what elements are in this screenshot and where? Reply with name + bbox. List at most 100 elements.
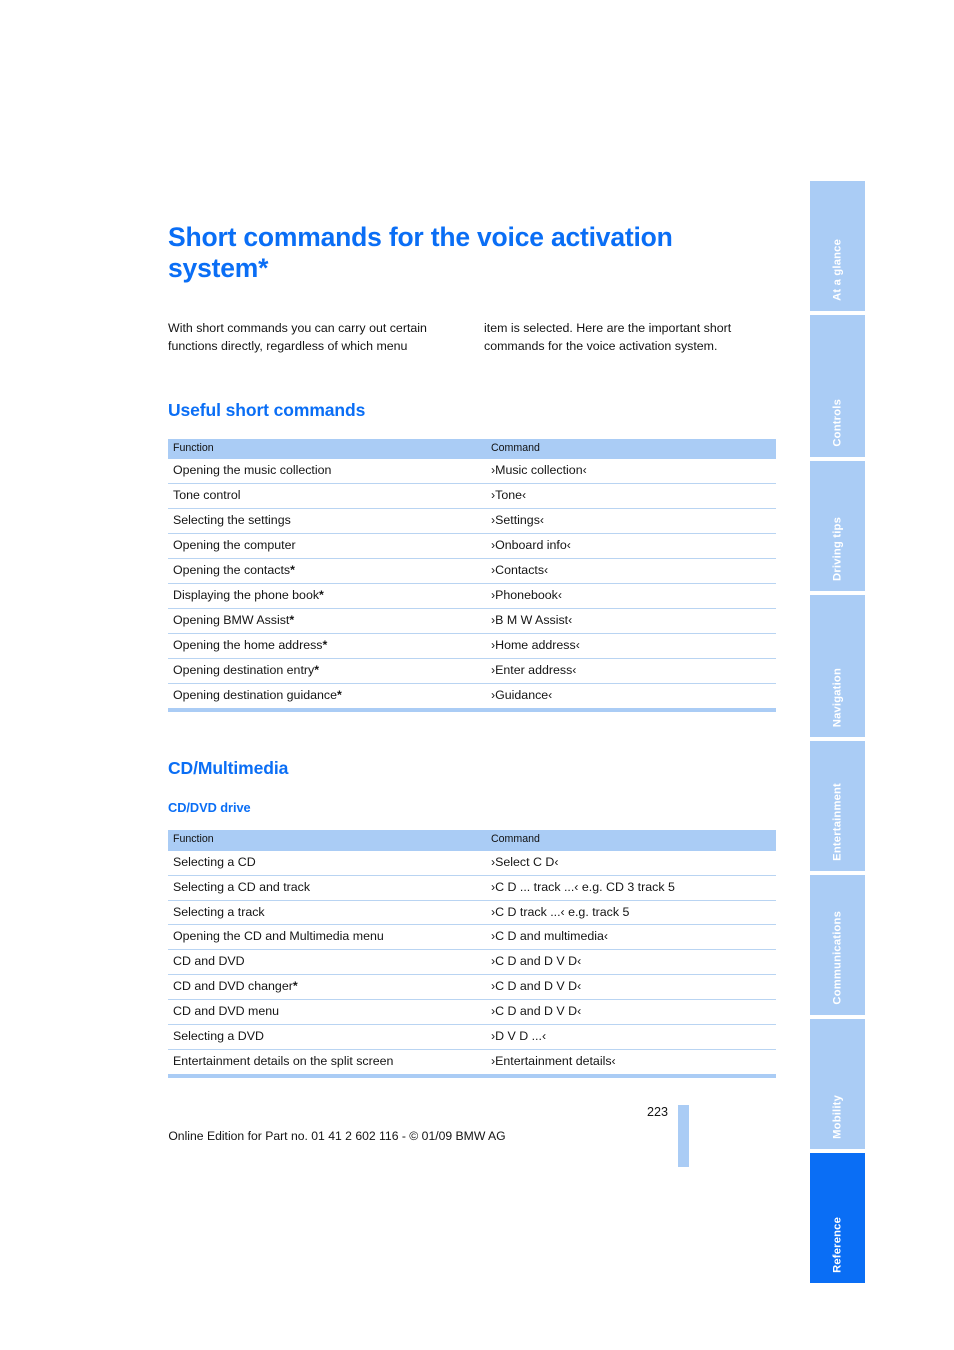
- cell-function: Opening the computer: [168, 533, 486, 560]
- cell-command: ›Contacts‹: [486, 558, 776, 585]
- cell-command: ›Entertainment details‹: [486, 1049, 776, 1079]
- cell-function: Opening destination entry*: [168, 658, 486, 685]
- cell-function: Entertainment details on the split scree…: [168, 1049, 486, 1079]
- footer-accent-bar: [678, 1105, 689, 1167]
- cell-command: ›C D and D V D‹: [486, 999, 776, 1026]
- table-row: Entertainment details on the split scree…: [168, 1049, 776, 1079]
- table-row: Opening the CD and Multimedia menu ›C D a…: [168, 924, 776, 951]
- cell-function: Selecting a DVD: [168, 1024, 486, 1051]
- optional-equipment-asterisk: *: [292, 979, 298, 994]
- section-heading-useful-short-commands: Useful short commands: [168, 400, 366, 421]
- cell-command: ›C D and D V D‹: [486, 974, 776, 1001]
- cell-function: Selecting a CD and track: [168, 875, 486, 901]
- thumb-index-tab-entertainment[interactable]: Entertainment: [810, 741, 865, 871]
- cell-command: ›C D and D V D‹: [486, 949, 776, 976]
- column-header-command: Command: [486, 439, 776, 460]
- thumb-index-tab-label: Entertainment: [831, 783, 843, 861]
- column-header-function: Function: [168, 830, 486, 851]
- table-row: Opening the contacts* ›Contacts‹: [168, 558, 776, 585]
- cell-function: Opening destination guidance*: [168, 683, 486, 713]
- cell-function: Opening the CD and Multimedia menu: [168, 924, 486, 951]
- thumb-index-tab-controls[interactable]: Controls: [810, 315, 865, 457]
- thumb-index-tab-mobility[interactable]: Mobility: [810, 1019, 865, 1149]
- useful-table-body: Opening the music collection ›Music colle…: [168, 459, 776, 713]
- edition-notice: Online Edition for Part no. 01 41 2 602 …: [168, 1129, 506, 1143]
- page-number: 223: [646, 1105, 668, 1119]
- cell-command: ›Home address‹: [486, 633, 776, 660]
- thumb-index-tab-navigation[interactable]: Navigation: [810, 595, 865, 737]
- cell-function: Selecting the settings: [168, 508, 486, 535]
- cell-function: Selecting a track: [168, 900, 486, 926]
- table-row: CD and DVD ›C D and D V D‹: [168, 949, 776, 976]
- cd-dvd-table-body: Selecting a CD ›Select C D‹ Selecting a CD…: [168, 850, 776, 1079]
- table-row: Displaying the phone book* ›Phonebook‹: [168, 583, 776, 610]
- optional-equipment-asterisk: *: [336, 688, 342, 703]
- thumb-index-tab-label: Navigation: [831, 667, 843, 727]
- table-header-row: Function Command: [168, 830, 776, 851]
- thumb-index-tab-label: Mobility: [831, 1095, 843, 1139]
- thumb-index-tab-label: At a glance: [831, 239, 843, 301]
- cell-command: ›D V D ...‹: [486, 1024, 776, 1051]
- thumb-index-tab-reference[interactable]: Reference: [810, 1153, 865, 1283]
- intro-column-left: With short commands you can carry out ce…: [168, 321, 427, 353]
- cell-function: Opening the contacts*: [168, 558, 486, 585]
- table-row: Opening the computer ›Onboard info‹: [168, 533, 776, 560]
- cell-command: ›Tone‹: [486, 483, 776, 510]
- command-example-note: e.g. CD 3 track 5: [578, 879, 675, 894]
- cell-function: Displaying the phone book*: [168, 583, 486, 610]
- cell-function: CD and DVD changer*: [168, 974, 486, 1001]
- cell-command: ›Settings‹: [486, 508, 776, 535]
- command-example-note: e.g. track 5: [564, 904, 630, 919]
- cell-command: ›C D ... track ...‹ e.g. CD 3 track 5: [486, 875, 776, 901]
- optional-equipment-asterisk: *: [290, 563, 295, 578]
- useful-short-commands-table: Function Command Opening the music colle…: [168, 439, 776, 713]
- cell-command: ›Select C D‹: [486, 850, 776, 876]
- cell-command: ›C D and multimedia‹: [486, 924, 776, 951]
- cell-function: CD and DVD: [168, 949, 486, 976]
- column-header-command: Command: [486, 830, 776, 851]
- column-header-function: Function: [168, 439, 486, 460]
- manual-page: Short commands for the voice activation …: [0, 0, 954, 1350]
- cell-function: Tone control: [168, 483, 486, 510]
- thumb-index-sidebar: At a glance Controls Driving tips Navigatio…: [810, 181, 865, 1283]
- table-header-row: Function Command: [168, 439, 776, 460]
- page-content: Short commands for the voice activation …: [168, 0, 776, 1079]
- thumb-index-tab-label: Driving tips: [831, 517, 843, 581]
- cell-command: ›B M W Assist‹: [486, 608, 776, 635]
- thumb-index-tab-communications[interactable]: Communications: [810, 875, 865, 1015]
- intro-paragraphs: With short commands you can carry out ce…: [168, 320, 776, 355]
- table-row: Selecting the settings ›Settings‹: [168, 508, 776, 535]
- cell-function: CD and DVD menu: [168, 999, 486, 1026]
- table-row: Tone control ›Tone‹: [168, 483, 776, 510]
- optional-equipment-asterisk: *: [322, 638, 328, 653]
- table-row: Opening the home address* ›Home address‹: [168, 633, 776, 660]
- table-row: Opening destination guidance* ›Guidance‹: [168, 683, 776, 713]
- section-heading-cd-multimedia: CD/Multimedia: [168, 758, 289, 779]
- cd-dvd-drive-table: Function Command Selecting a CD ›Select C…: [168, 830, 776, 1079]
- optional-equipment-asterisk: *: [289, 613, 295, 628]
- cell-function: Opening the home address*: [168, 633, 486, 660]
- cell-command: ›C D track ...‹ e.g. track 5: [486, 900, 776, 926]
- subsection-heading-cd-dvd-drive: CD/DVD drive: [168, 800, 251, 816]
- table-row: Opening BMW Assist* ›B M W Assist‹: [168, 608, 776, 635]
- cell-function: Selecting a CD: [168, 850, 486, 876]
- table-row: Selecting a CD ›Select C D‹: [168, 850, 776, 876]
- cell-command: ›Music collection‹: [486, 459, 776, 485]
- thumb-index-tab-label: Reference: [831, 1217, 843, 1273]
- cell-command: ›Guidance‹: [486, 683, 776, 713]
- optional-equipment-asterisk: *: [319, 588, 324, 603]
- table-row: Opening the music collection ›Music colle…: [168, 459, 776, 485]
- thumb-index-tab-label: Communications: [831, 911, 843, 1005]
- table-row: Opening destination entry* ›Enter address…: [168, 658, 776, 685]
- thumb-index-tab-at-a-glance[interactable]: At a glance: [810, 181, 865, 311]
- page-title: Short commands for the voice activation …: [168, 222, 673, 283]
- intro-column-right: item is selected. Here are the important…: [484, 321, 732, 353]
- optional-equipment-asterisk: *: [314, 663, 320, 678]
- cell-command: ›Enter address‹: [486, 658, 776, 685]
- table-row: CD and DVD changer* ›C D and D V D‹: [168, 974, 776, 1001]
- table-row: Selecting a DVD ›D V D ...‹: [168, 1024, 776, 1051]
- cell-function: Opening BMW Assist*: [168, 608, 486, 635]
- thumb-index-tab-label: Controls: [831, 399, 843, 447]
- thumb-index-tab-driving-tips[interactable]: Driving tips: [810, 461, 865, 591]
- cell-command: ›Onboard info‹: [486, 533, 776, 560]
